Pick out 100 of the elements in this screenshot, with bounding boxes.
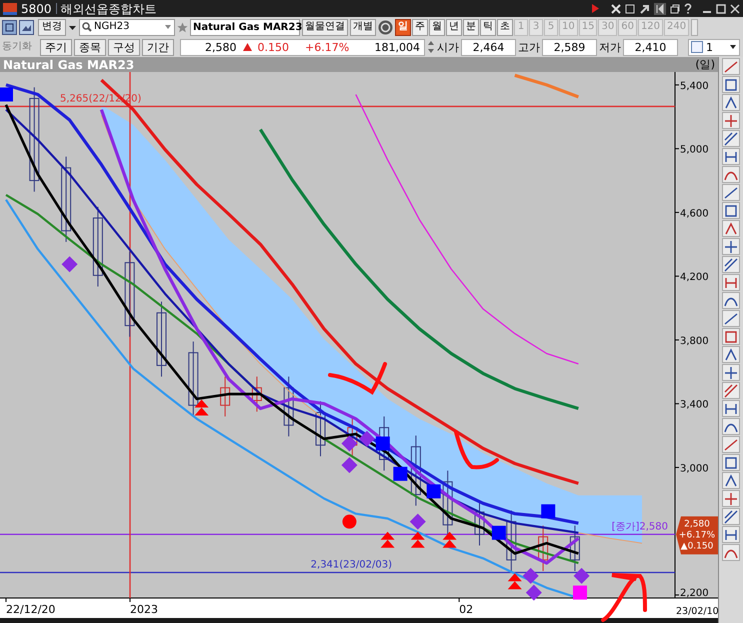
- candlestick: [410, 435, 421, 506]
- help-icon[interactable]: [684, 3, 692, 14]
- drawing-tool-icon[interactable]: [722, 238, 740, 255]
- diamond-marker: [62, 256, 78, 272]
- period-tab[interactable]: 월: [429, 18, 445, 36]
- circle-marker: [342, 514, 356, 529]
- high-value: 2,589: [542, 38, 597, 56]
- candlestick: [220, 376, 230, 417]
- square-marker: [573, 586, 587, 600]
- drawing-tool-icon[interactable]: [722, 472, 740, 489]
- double-triangle-marker: [380, 532, 395, 548]
- period-tab[interactable]: 분: [463, 18, 479, 36]
- volume-text: 181,004: [374, 42, 420, 52]
- axis-label: 3,400: [680, 400, 709, 411]
- last-price-tag: 2,580 +6.17% ▲0.150: [676, 516, 718, 554]
- close-tab-icon[interactable]: [611, 4, 621, 14]
- candlestick: [442, 470, 453, 536]
- change-dropdown[interactable]: 변경: [38, 18, 66, 36]
- sync-label: 동기화: [2, 42, 33, 52]
- drawing-tool-icon[interactable]: [722, 184, 740, 201]
- month-link-button[interactable]: 월물연결: [302, 18, 348, 36]
- drawing-tool-icon[interactable]: [722, 292, 740, 309]
- image-icon[interactable]: [19, 20, 34, 34]
- toolbar-button[interactable]: 주기: [40, 38, 72, 56]
- high-label: 고가: [518, 42, 540, 52]
- app-logo-icon: [3, 2, 17, 14]
- candlestick: [570, 525, 580, 572]
- individual-button[interactable]: 개별: [350, 18, 376, 36]
- change-text: 0.150: [258, 42, 289, 52]
- period-tab[interactable]: 틱: [480, 18, 496, 36]
- play-icon[interactable]: [591, 4, 599, 13]
- double-triangle-marker: [194, 399, 209, 416]
- diamond-marker: [410, 514, 426, 530]
- drawing-tool-icon[interactable]: [722, 364, 740, 381]
- axis-label: 22/12/20: [6, 603, 56, 616]
- diamond-marker: [574, 568, 590, 584]
- refresh-icon[interactable]: [378, 20, 393, 34]
- drawing-tool-icon[interactable]: [722, 166, 740, 183]
- price-text: 2,580: [205, 42, 236, 52]
- drawing-tool-icon[interactable]: [722, 436, 740, 453]
- drawing-tool-icon[interactable]: [722, 202, 740, 219]
- drawing-tool-icon[interactable]: [722, 256, 740, 273]
- window-icon[interactable]: [625, 4, 636, 14]
- axis-label: 3,000: [680, 463, 709, 474]
- period-tab[interactable]: 일: [395, 18, 411, 36]
- drawing-tool-icon[interactable]: [722, 220, 740, 237]
- drawing-tool-icon[interactable]: [722, 346, 740, 363]
- drawing-tool-icon[interactable]: [722, 490, 740, 507]
- drawing-tool-icon[interactable]: [722, 328, 740, 345]
- drawing-tool-icon[interactable]: [722, 544, 740, 561]
- axis-label: 2023: [130, 603, 158, 616]
- period-tab[interactable]: 년: [446, 18, 462, 36]
- square-marker: [376, 436, 390, 451]
- diamond-marker: [341, 457, 358, 474]
- screen-number: 5800: [21, 2, 52, 14]
- drawing-tool-icon[interactable]: [722, 508, 740, 525]
- diamond-marker: [341, 436, 358, 452]
- close-icon[interactable]: [730, 4, 740, 14]
- drawing-tool-icon[interactable]: [722, 148, 740, 165]
- panel-icon[interactable]: [2, 20, 17, 34]
- drawing-tool-icon[interactable]: [722, 58, 740, 75]
- drawing-tool-icon[interactable]: [722, 382, 740, 399]
- chart-title: Natural Gas MAR23: [3, 58, 134, 70]
- star-icon[interactable]: [177, 22, 188, 32]
- axis-label: 4,200: [680, 272, 709, 284]
- change-percent-text: +6.17%: [305, 42, 350, 52]
- drawing-tool-icon[interactable]: [722, 274, 740, 291]
- drawing-tool-icon[interactable]: [722, 400, 740, 417]
- double-triangle-marker: [442, 532, 457, 548]
- checkbox[interactable]: [691, 41, 703, 53]
- axis-label: 5,000: [680, 144, 709, 156]
- maximize-icon[interactable]: [716, 4, 726, 14]
- drawing-tool-icon[interactable]: [722, 418, 740, 435]
- axis-label: 5,400: [680, 80, 709, 92]
- restore-icon[interactable]: [670, 4, 680, 14]
- open-label: 시가: [437, 42, 459, 52]
- drawing-tool-icon[interactable]: [722, 310, 740, 327]
- period-tab[interactable]: 주: [412, 18, 428, 36]
- drawing-tool-icon[interactable]: [722, 526, 740, 543]
- toolbar-button[interactable]: 구성: [108, 38, 140, 56]
- toolbar-button[interactable]: 기간: [142, 38, 174, 56]
- drawing-tool-icon[interactable]: [722, 130, 740, 147]
- arrow-icon[interactable]: [640, 4, 650, 14]
- axis-label: 02: [459, 603, 474, 616]
- drawing-tool-icon[interactable]: [722, 94, 740, 111]
- symbol-search-field[interactable]: NGH23: [79, 18, 175, 36]
- square-marker: [426, 484, 441, 498]
- symbol-name-field: Natural Gas MAR23: [190, 18, 300, 36]
- reference-label: 2,341(23/02/03): [310, 560, 392, 570]
- period-tab[interactable]: 초: [497, 18, 513, 36]
- candlestick: [252, 376, 262, 412]
- drawing-tool-icon[interactable]: [722, 454, 740, 471]
- count-dropdown[interactable]: 1: [688, 38, 740, 56]
- drawing-tool-icon[interactable]: [722, 112, 740, 129]
- reference-label: [종가]2,580: [612, 521, 668, 532]
- square-marker: [541, 504, 556, 518]
- spinner-icon[interactable]: [427, 40, 435, 54]
- toolbar-button[interactable]: 종목: [74, 38, 106, 56]
- drawing-tool-icon[interactable]: [722, 76, 740, 93]
- diamond-marker: [526, 584, 542, 601]
